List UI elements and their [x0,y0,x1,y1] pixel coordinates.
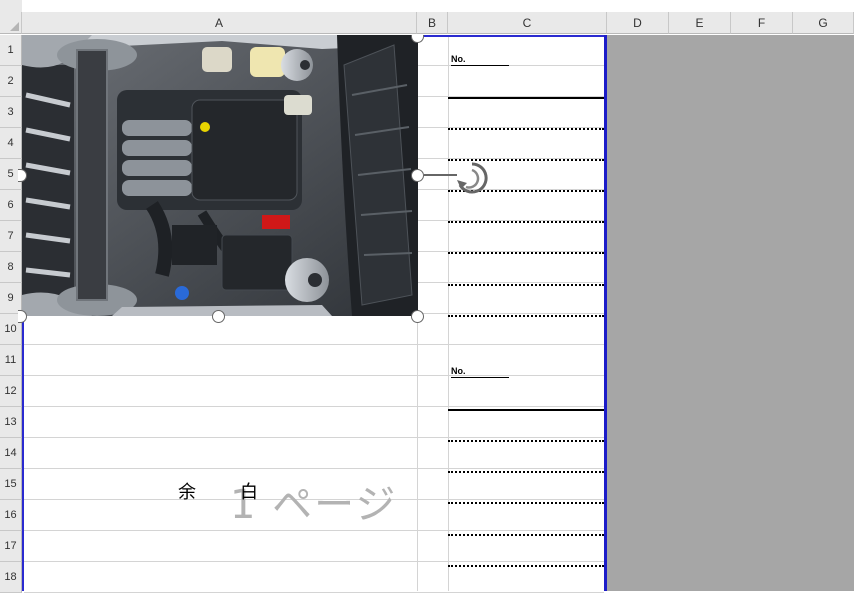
row-header-17[interactable]: 17 [0,531,22,562]
row-header-8[interactable]: 8 [0,252,22,283]
top-strip [0,0,854,12]
dotted-rule [448,315,604,317]
outside-print-area[interactable] [607,35,854,591]
row-header-12[interactable]: 12 [0,376,22,407]
row-header-15[interactable]: 15 [0,469,22,500]
dotted-rule [448,128,604,130]
column-header-g[interactable]: G [793,12,854,34]
no-label-2[interactable]: No. [451,366,509,378]
row-header-2[interactable]: 2 [0,66,22,97]
dotted-rule [448,471,604,473]
row-header-4[interactable]: 4 [0,128,22,159]
row-header-3[interactable]: 3 [0,97,22,128]
margin-label-2[interactable]: 白 [240,478,258,504]
column-header-b[interactable]: B [417,12,448,34]
no-label-1[interactable]: No. [451,54,509,66]
column-header-f[interactable]: F [731,12,793,34]
rotate-connector [424,174,457,176]
grid-row-line [24,468,604,469]
dotted-rule [448,221,604,223]
dotted-rule [448,534,604,536]
column-header-a[interactable]: A [22,12,417,34]
resize-handle-bottom-left[interactable] [18,310,27,323]
page-break-right[interactable] [604,35,607,591]
select-all-button[interactable] [0,12,22,34]
resize-handle-right[interactable] [411,169,424,182]
row-header-16[interactable]: 16 [0,500,22,531]
grid-row-line [24,375,604,376]
resize-handle-top-right[interactable] [411,35,424,43]
row-header-18[interactable]: 18 [0,562,22,593]
engine-bay-image [22,35,418,316]
grid-row-line [24,344,604,345]
column-header-d[interactable]: D [607,12,669,34]
dotted-rule [448,502,604,504]
dotted-rule [448,252,604,254]
grid-row-line [24,561,604,562]
grid-col-line [448,35,449,591]
dotted-rule [448,284,604,286]
grid-row-line [24,530,604,531]
grid-row-line [24,406,604,407]
rule-line [448,97,604,99]
row-header-1[interactable]: 1 [0,35,22,66]
margin-label-1[interactable]: 余 [178,478,196,504]
grid-row-line [24,437,604,438]
column-header-c[interactable]: C [448,12,607,34]
dotted-rule [448,440,604,442]
column-header-e[interactable]: E [669,12,731,34]
resize-handle-bottom-right[interactable] [411,310,424,323]
row-header-11[interactable]: 11 [0,345,22,376]
rule-line [448,409,604,411]
row-header-14[interactable]: 14 [0,438,22,469]
resize-handle-bottom[interactable] [212,310,225,323]
rotate-handle-icon[interactable] [455,161,489,195]
row-header-6[interactable]: 6 [0,190,22,221]
engine-bay-picture[interactable] [22,35,418,316]
dotted-rule [448,565,604,567]
row-header-13[interactable]: 13 [0,407,22,438]
row-header-7[interactable]: 7 [0,221,22,252]
